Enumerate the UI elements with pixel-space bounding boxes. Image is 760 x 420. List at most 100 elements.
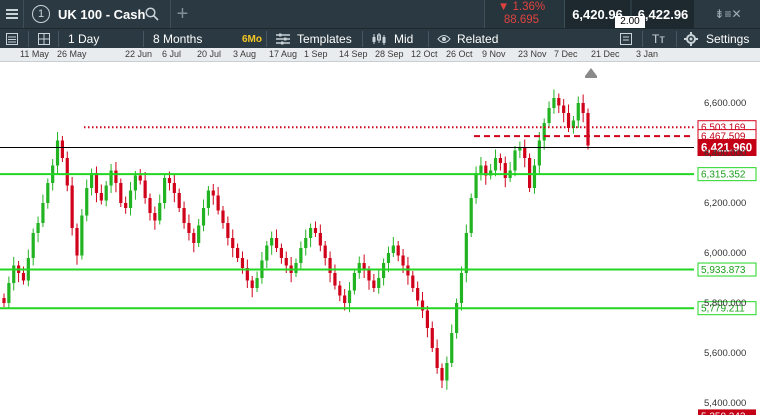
range-6mo-button[interactable]: 6Mo bbox=[242, 29, 262, 49]
date-label: 17 Aug bbox=[269, 49, 298, 59]
y-tick-label: 5,400.000 bbox=[704, 398, 746, 409]
candle-body bbox=[401, 255, 405, 266]
candle-body bbox=[581, 103, 585, 113]
candle-body bbox=[60, 140, 64, 158]
candle-body bbox=[537, 140, 541, 166]
candle-body bbox=[221, 210, 225, 223]
candle-body bbox=[182, 208, 186, 223]
candle-body bbox=[226, 223, 230, 238]
candle-body bbox=[557, 98, 561, 106]
candle-body bbox=[498, 158, 502, 163]
candle-body bbox=[274, 238, 279, 248]
candle-body bbox=[528, 158, 532, 188]
candle-body bbox=[255, 278, 259, 288]
candle-body bbox=[177, 193, 181, 208]
close-icon[interactable]: ✕ bbox=[732, 7, 742, 21]
candle-body bbox=[124, 203, 128, 208]
candle-body bbox=[211, 190, 215, 196]
candle-body bbox=[430, 328, 434, 348]
window-controls: ⇟ ≡ ✕ bbox=[696, 0, 760, 28]
related-button[interactable]: Related bbox=[457, 29, 498, 49]
date-label: 7 Dec bbox=[554, 49, 578, 59]
candle-body bbox=[459, 273, 464, 303]
more-icon[interactable]: ≡ bbox=[724, 7, 731, 21]
price-chart[interactable]: 6,503.169 6,467.509 6,421.960 6,315.352 5,93… bbox=[0, 62, 760, 420]
candle-body bbox=[469, 198, 473, 233]
candle-body bbox=[435, 348, 439, 368]
candle-body bbox=[425, 310, 429, 328]
candle-body bbox=[240, 258, 245, 268]
date-label: 14 Sep bbox=[339, 49, 368, 59]
settings-gear-icon[interactable] bbox=[684, 29, 698, 49]
candle-body bbox=[411, 275, 415, 288]
date-label: 11 May bbox=[20, 49, 49, 59]
price-change-box: ▼ 1.36% 88.695 bbox=[484, 0, 564, 28]
interval-select[interactable]: 1 Day bbox=[68, 29, 99, 49]
candles-icon[interactable] bbox=[372, 29, 388, 49]
candle-body bbox=[31, 233, 35, 258]
templates-icon[interactable] bbox=[276, 29, 290, 49]
candle-body bbox=[2, 298, 6, 303]
candle-body bbox=[250, 280, 254, 288]
chart-grid-icon[interactable] bbox=[38, 29, 50, 49]
candle-body bbox=[440, 368, 444, 381]
settings-button[interactable]: Settings bbox=[706, 29, 749, 49]
candle-body bbox=[128, 190, 133, 208]
minimize-icon[interactable]: ⇟ bbox=[714, 7, 724, 21]
candlestick-chart[interactable]: 6,503.1696,467.5096,421.9606,315.3525,93… bbox=[0, 62, 760, 420]
candle-body bbox=[309, 228, 313, 238]
text-icon[interactable]: Tт bbox=[652, 29, 665, 49]
date-label: 22 Jun bbox=[125, 49, 153, 59]
candle-body bbox=[450, 333, 454, 363]
price-level-label: 5,350.342 bbox=[701, 411, 746, 415]
menu-icon[interactable] bbox=[0, 0, 24, 28]
candle-body bbox=[270, 238, 274, 246]
date-label: 21 Dec bbox=[591, 49, 620, 59]
candle-body bbox=[236, 248, 240, 258]
candle-body bbox=[386, 253, 391, 263]
candle-body bbox=[323, 245, 327, 258]
add-instrument-plus-icon[interactable]: + bbox=[170, 0, 194, 28]
candle-body bbox=[75, 228, 79, 256]
candle bbox=[469, 193, 473, 237]
change-percent: ▼ 1.36% bbox=[497, 1, 546, 13]
range-select[interactable]: 8 Months bbox=[153, 29, 202, 49]
candle-body bbox=[201, 208, 206, 226]
date-label: 28 Sep bbox=[375, 49, 404, 59]
search-icon[interactable] bbox=[140, 0, 164, 28]
candle-body bbox=[518, 148, 522, 151]
candle-body bbox=[7, 283, 11, 303]
candle-body bbox=[65, 158, 69, 186]
candle-body bbox=[284, 258, 288, 266]
templates-button[interactable]: Templates bbox=[297, 29, 352, 49]
y-tick-label: 5,600.000 bbox=[704, 348, 746, 359]
candle-body bbox=[109, 170, 113, 186]
candle-body bbox=[464, 233, 468, 273]
candle-body bbox=[70, 185, 74, 228]
candle-body bbox=[372, 280, 376, 288]
candle-body bbox=[187, 223, 191, 233]
candle-body bbox=[197, 225, 201, 243]
notes-icon[interactable] bbox=[620, 29, 632, 49]
candle-body bbox=[347, 290, 352, 303]
instrument-name[interactable]: UK 100 - Cash bbox=[58, 0, 145, 28]
candle bbox=[80, 209, 84, 260]
y-tick-label: 6,600.000 bbox=[704, 98, 746, 109]
candle-body bbox=[94, 173, 99, 193]
candle-body bbox=[445, 363, 449, 381]
candle-body bbox=[167, 178, 172, 183]
date-label: 23 Nov bbox=[518, 49, 547, 59]
candle-body bbox=[562, 105, 566, 113]
date-label: 26 Oct bbox=[446, 49, 473, 59]
candle-body bbox=[391, 245, 395, 253]
date-label: 20 Jul bbox=[197, 49, 222, 59]
related-icon[interactable] bbox=[437, 29, 451, 49]
candle-body bbox=[493, 158, 498, 171]
change-amount: 88.695 bbox=[503, 14, 540, 26]
candle-body bbox=[352, 273, 356, 291]
list-icon[interactable] bbox=[6, 29, 18, 49]
candle-body bbox=[143, 180, 147, 198]
candle-body bbox=[114, 170, 118, 183]
price-type-select[interactable]: Mid bbox=[394, 29, 413, 49]
candle-body bbox=[566, 113, 571, 128]
